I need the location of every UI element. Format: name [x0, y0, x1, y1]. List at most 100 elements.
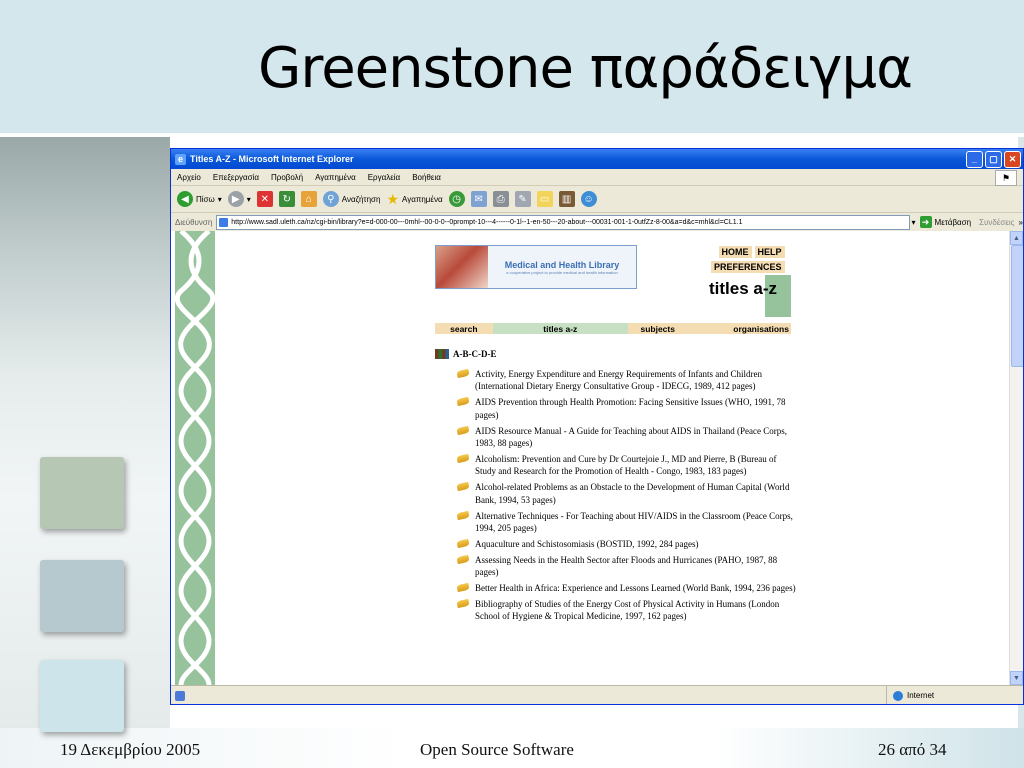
- footer-title: Open Source Software: [420, 740, 574, 759]
- address-label: Διεύθυνση: [175, 217, 213, 227]
- book-icon[interactable]: [456, 425, 470, 435]
- decorative-border: [175, 231, 215, 685]
- favorites-label: Αγαπημένα: [402, 194, 443, 204]
- scroll-thumb[interactable]: [1011, 245, 1023, 367]
- tab-subjects[interactable]: subjects: [628, 323, 688, 334]
- search-label: Αναζήτηση: [341, 194, 381, 204]
- library-banner[interactable]: Medical and Health Library a cooperative…: [435, 245, 637, 289]
- discuss-icon[interactable]: ▭: [536, 191, 553, 207]
- list-item[interactable]: Assessing Needs in the Health Sector aft…: [456, 554, 797, 579]
- book-icon[interactable]: [456, 510, 470, 520]
- menu-edit[interactable]: Επεξεργασία: [213, 173, 259, 182]
- search-icon: ⚲: [322, 191, 339, 207]
- star-icon: ★: [386, 190, 399, 207]
- back-label: Πίσω: [196, 194, 215, 204]
- scroll-down-icon[interactable]: ▼: [1010, 671, 1023, 685]
- tab-search[interactable]: search: [435, 323, 493, 334]
- home-icon[interactable]: ⌂: [300, 191, 317, 207]
- menu-bar: Αρχείο Επεξεργασία Προβολή Αγαπημένα Εργ…: [171, 169, 1023, 186]
- page-heading: titles a-z: [709, 279, 778, 298]
- list-item[interactable]: Alternative Techniques - For Teaching ab…: [456, 510, 797, 535]
- browser-window: e Titles A-Z - Microsoft Internet Explor…: [170, 148, 1024, 705]
- favorites-button[interactable]: ★ Αγαπημένα: [386, 191, 442, 208]
- decor-square-1: [40, 457, 124, 529]
- footer-date: 19 Δεκεμβρίου 2005: [60, 740, 201, 759]
- scroll-up-icon[interactable]: ▲: [1010, 231, 1023, 245]
- zone-label: Internet: [907, 691, 935, 700]
- menu-help[interactable]: Βοήθεια: [412, 173, 441, 182]
- list-item[interactable]: AIDS Prevention through Health Promotion…: [456, 396, 797, 421]
- list-item[interactable]: Aquaculture and Schistosomiasis (BOSTID,…: [456, 538, 797, 550]
- print-icon[interactable]: ⎙: [492, 191, 509, 207]
- maximize-button[interactable]: ▢: [985, 150, 1002, 168]
- mail-icon[interactable]: ✉: [470, 191, 487, 207]
- vertical-scrollbar[interactable]: ▲ ▼: [1009, 231, 1023, 685]
- menu-view[interactable]: Προβολή: [271, 173, 303, 182]
- links-label[interactable]: Συνδέσεις: [979, 218, 1014, 227]
- bookshelf-icon: [435, 349, 449, 359]
- go-arrow-icon: ➜: [919, 216, 932, 228]
- book-icon[interactable]: [456, 368, 470, 379]
- banner-title: Medical and Health Library: [504, 259, 620, 270]
- footer-page-number: 26 από 34: [878, 740, 947, 759]
- refresh-icon[interactable]: ↻: [278, 191, 295, 207]
- security-zone: Internet: [886, 686, 1023, 704]
- list-item[interactable]: AIDS Resource Manual - A Guide for Teach…: [456, 425, 797, 450]
- address-bar: Διεύθυνση http://www.sadl.uleth.ca/nz/cg…: [171, 213, 1023, 232]
- tab-titles-a-z[interactable]: titles a-z: [492, 323, 628, 334]
- back-button[interactable]: ◀ Πίσω ▾: [177, 191, 222, 207]
- preferences-link[interactable]: PREFERENCES: [711, 261, 785, 273]
- book-icon[interactable]: [456, 453, 470, 464]
- stop-icon[interactable]: ✕: [256, 191, 273, 207]
- forward-button[interactable]: ▶ ▾: [227, 191, 251, 207]
- book-icon[interactable]: [456, 482, 470, 492]
- book-icon[interactable]: [456, 598, 470, 609]
- book-icon[interactable]: [456, 538, 470, 549]
- messenger-icon[interactable]: ☺: [580, 191, 597, 207]
- home-link[interactable]: HOME: [718, 246, 752, 258]
- close-button[interactable]: ✕: [1004, 150, 1021, 168]
- list-item[interactable]: Alcohol-related Problems as an Obstacle …: [456, 481, 797, 506]
- globe-icon: [893, 690, 903, 701]
- slide-left-panel: [0, 137, 170, 737]
- list-item[interactable]: Activity, Energy Expenditure and Energy …: [456, 368, 797, 393]
- windows-flag-icon: ⚑: [995, 170, 1017, 186]
- top-nav: HOME HELP PREFERENCES: [711, 246, 785, 276]
- decor-square-2: [40, 560, 124, 632]
- search-button[interactable]: ⚲ Αναζήτηση: [322, 191, 381, 207]
- history-icon[interactable]: ◷: [448, 191, 465, 207]
- research-icon[interactable]: ▥: [558, 191, 575, 207]
- toolbar: ◀ Πίσω ▾ ▶ ▾ ✕ ↻ ⌂ ⚲ Αναζήτηση ★ Αγαπημέ…: [171, 186, 1023, 213]
- page-status-icon: [175, 690, 185, 701]
- browser-titlebar[interactable]: e Titles A-Z - Microsoft Internet Explor…: [171, 149, 1023, 169]
- menu-favorites[interactable]: Αγαπημένα: [315, 173, 356, 182]
- list-item[interactable]: Bibliography of Studies of the Energy Co…: [456, 598, 797, 623]
- banner-photo: [436, 246, 488, 288]
- menu-tools[interactable]: Εργαλεία: [368, 173, 400, 182]
- address-input[interactable]: http://www.sadl.uleth.ca/nz/cgi-bin/libr…: [216, 214, 910, 230]
- book-icon[interactable]: [456, 582, 470, 593]
- address-dropdown-icon[interactable]: ▾: [912, 218, 916, 227]
- forward-arrow-icon: ▶: [227, 191, 244, 207]
- window-title: Titles A-Z - Microsoft Internet Explorer: [190, 154, 354, 164]
- book-icon[interactable]: [456, 397, 470, 407]
- help-link[interactable]: HELP: [754, 246, 785, 258]
- edit-icon[interactable]: ✎: [514, 191, 531, 207]
- back-arrow-icon: ◀: [177, 191, 193, 207]
- library-tabs: search titles a-z subjects organisations: [435, 323, 791, 334]
- banner-subtitle: a cooperative project to provide medical…: [506, 269, 618, 275]
- list-item[interactable]: Better Health in Africa: Experience and …: [456, 582, 797, 594]
- letter-range: A-B-C-D-E: [453, 349, 497, 359]
- titles-list: Activity, Energy Expenditure and Energy …: [456, 368, 797, 626]
- chevron-right-icon[interactable]: »: [1019, 218, 1023, 227]
- decor-square-3: [40, 660, 124, 732]
- status-bar: Internet: [171, 685, 1023, 704]
- ie-logo-icon: e: [175, 153, 186, 165]
- go-button[interactable]: ➜ Μετάβαση: [919, 216, 971, 228]
- tab-organisations[interactable]: organisations: [688, 323, 791, 334]
- list-item[interactable]: Alcoholism: Prevention and Cure by Dr Co…: [456, 453, 797, 478]
- menu-file[interactable]: Αρχείο: [177, 173, 201, 182]
- letter-group[interactable]: A-B-C-D-E: [435, 349, 497, 359]
- minimize-button[interactable]: _: [966, 150, 983, 168]
- book-icon[interactable]: [456, 554, 470, 564]
